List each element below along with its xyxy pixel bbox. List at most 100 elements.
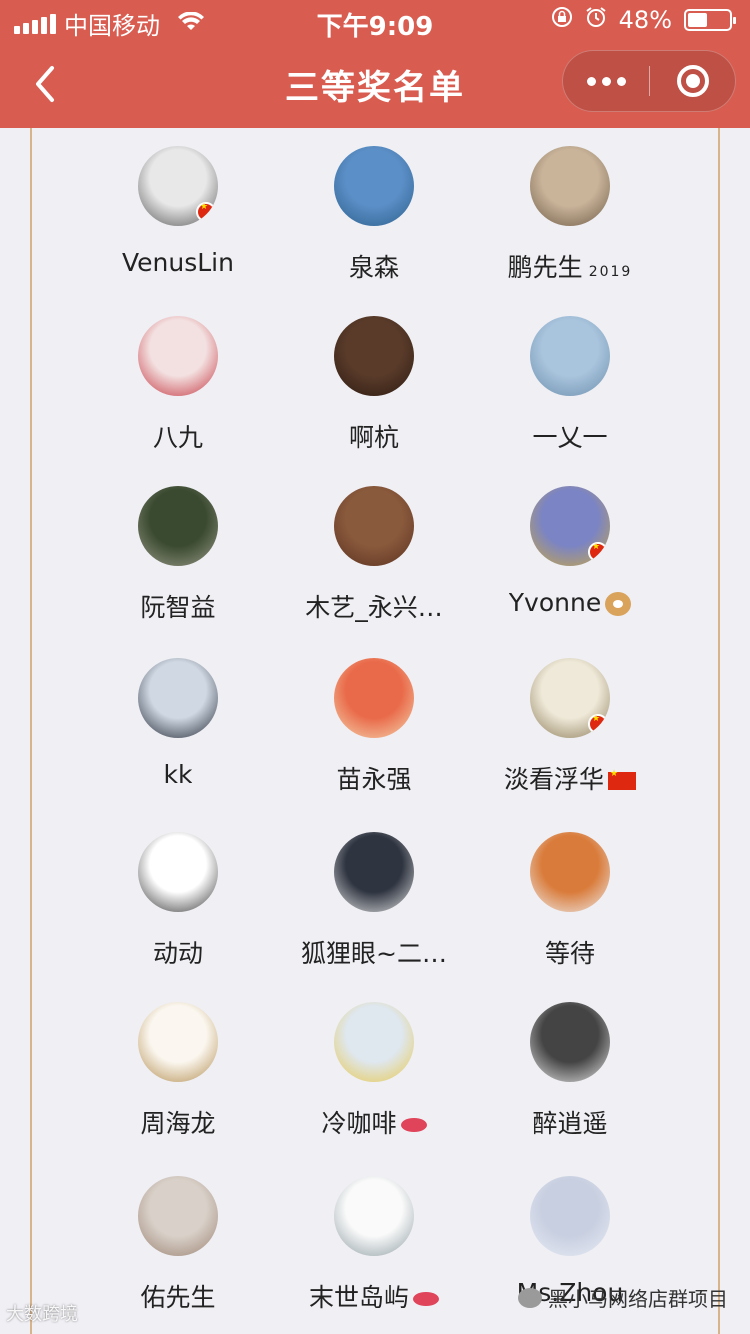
winner-name: 周海龙 <box>140 1104 215 1140</box>
winner-item[interactable]: 阮智益 <box>80 486 276 646</box>
target-close-icon <box>677 65 709 97</box>
winner-item[interactable]: 啊杭 <box>276 316 472 476</box>
avatar <box>138 658 218 738</box>
winner-name-text: 阮智益 <box>140 593 216 622</box>
winner-name: 木艺_永兴… <box>305 588 443 624</box>
winner-item[interactable]: 木艺_永兴… <box>276 486 472 646</box>
winner-name-text: Yvonne <box>508 588 602 617</box>
winner-name-suffix: 2019 <box>588 264 633 280</box>
winner-name-text: 淡看浮华 <box>503 765 604 794</box>
avatar <box>334 1176 414 1256</box>
lips-emoji-icon <box>413 1292 439 1306</box>
avatar <box>334 658 414 738</box>
avatar <box>530 658 610 738</box>
avatar <box>138 832 218 912</box>
winner-name-text: 等待 <box>544 939 595 968</box>
avatar <box>138 1002 218 1082</box>
flag-emoji-icon <box>608 769 636 790</box>
avatar <box>138 486 218 566</box>
winner-name: 狐狸眼~二… <box>301 934 447 970</box>
winner-name-text: 一乂一 <box>532 423 608 452</box>
battery-icon <box>684 9 736 31</box>
winner-name-text: VenusLin <box>122 248 234 277</box>
avatar <box>138 316 218 396</box>
watermark-left: 大数跨境 <box>6 1304 78 1325</box>
winner-item[interactable]: 一乂一 <box>472 316 668 476</box>
winner-item[interactable]: kk <box>80 658 276 818</box>
avatar <box>530 146 610 226</box>
winner-item[interactable]: Yvonne <box>472 486 668 646</box>
winner-item[interactable]: 鹏先生 2019 <box>472 146 668 306</box>
lips-emoji-icon <box>400 1118 427 1132</box>
dog-emoji-icon <box>605 592 632 616</box>
battery-percent: 48% <box>618 6 672 34</box>
winner-item[interactable]: 狐狸眼~二… <box>276 832 472 992</box>
winner-name: 淡看浮华 <box>504 760 636 796</box>
winner-name-text: 动动 <box>152 939 203 968</box>
more-dots-icon <box>586 76 626 86</box>
winner-item[interactable]: 冷咖啡 <box>276 1002 472 1162</box>
avatar <box>138 146 218 226</box>
winner-name: 醉逍遥 <box>532 1104 607 1140</box>
avatar <box>334 1002 414 1082</box>
winner-name: 等待 <box>545 934 595 970</box>
avatar <box>334 832 414 912</box>
winner-name-text: 狐狸眼~二… <box>301 939 447 968</box>
winner-name: 鹏先生 2019 <box>508 248 633 284</box>
winner-item[interactable]: 末世岛屿 <box>276 1176 472 1334</box>
winner-name-text: 冷咖啡 <box>321 1109 397 1138</box>
status-right: 48% <box>551 6 736 34</box>
winner-name: 啊杭 <box>349 418 399 454</box>
winner-item[interactable]: 周海龙 <box>80 1002 276 1162</box>
winner-name-text: 苗永强 <box>336 765 412 794</box>
avatar <box>138 1176 218 1256</box>
winner-item[interactable]: VenusLin <box>80 146 276 306</box>
winner-name: 冷咖啡 <box>321 1104 427 1140</box>
winner-name: 八九 <box>153 418 203 454</box>
wechat-icon <box>518 1287 542 1308</box>
winner-name: VenusLin <box>122 248 234 277</box>
alarm-icon <box>585 6 607 34</box>
china-flag-badge-icon <box>588 714 608 734</box>
avatar <box>530 1176 610 1256</box>
winner-item[interactable]: 等待 <box>472 832 668 992</box>
winner-name: 动动 <box>153 934 203 970</box>
winner-name-text: 木艺_永兴… <box>305 593 443 622</box>
avatar <box>530 1002 610 1082</box>
winner-name: 泉森 <box>349 248 399 284</box>
avatar <box>334 316 414 396</box>
winner-name: 一乂一 <box>532 418 607 454</box>
winner-name: Yvonne <box>508 588 632 617</box>
mini-program-capsule <box>562 50 736 112</box>
avatar <box>334 146 414 226</box>
winner-item[interactable]: 佑先生 <box>80 1176 276 1334</box>
winner-item[interactable]: 苗永强 <box>276 658 472 818</box>
winner-name: kk <box>164 760 193 789</box>
avatar <box>530 832 610 912</box>
china-flag-badge-icon <box>196 202 216 222</box>
winner-name: 佑先生 <box>140 1278 215 1314</box>
winner-name-text: 佑先生 <box>140 1283 216 1312</box>
winner-item[interactable]: 淡看浮华 <box>472 658 668 818</box>
more-button[interactable] <box>563 51 649 111</box>
winner-name-text: 鹏先生 <box>507 253 583 282</box>
winner-name-text: kk <box>163 760 193 789</box>
navigation-bar: 三等奖名单 <box>0 40 750 128</box>
watermark-right-label: 黑小马网络店群项目 <box>548 1287 728 1311</box>
status-bar: 中国移动 下午9:09 48% <box>0 0 750 42</box>
winner-item[interactable]: 八九 <box>80 316 276 476</box>
winner-name-text: 末世岛屿 <box>308 1283 409 1312</box>
china-flag-badge-icon <box>588 542 608 562</box>
close-button[interactable] <box>650 51 736 111</box>
winner-name-text: 八九 <box>152 423 203 452</box>
avatar <box>530 316 610 396</box>
winner-item[interactable]: 醉逍遥 <box>472 1002 668 1162</box>
winner-name: 苗永强 <box>336 760 411 796</box>
winner-name: 末世岛屿 <box>309 1278 439 1314</box>
winner-item[interactable]: 动动 <box>80 832 276 992</box>
winner-name-text: 啊杭 <box>348 423 399 452</box>
winner-item[interactable]: 泉森 <box>276 146 472 306</box>
avatar <box>530 486 610 566</box>
orientation-lock-icon <box>551 6 573 34</box>
winner-name-text: 泉森 <box>348 253 399 282</box>
